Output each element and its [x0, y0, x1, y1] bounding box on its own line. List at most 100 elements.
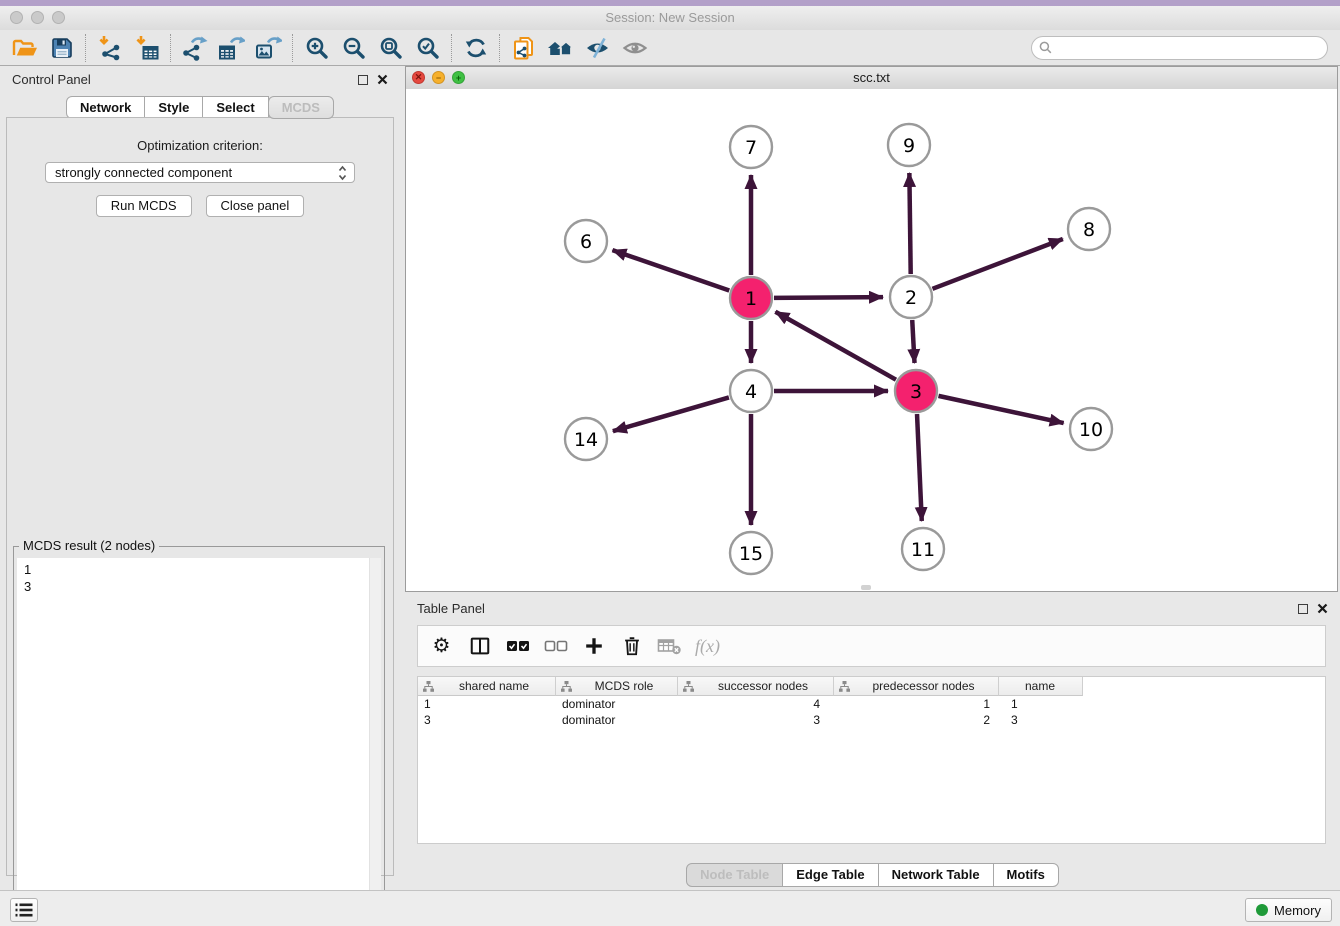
column-header-name[interactable]: name — [999, 677, 1083, 696]
graph-node-10[interactable]: 10 — [1070, 408, 1112, 450]
graph-edge-2-3[interactable] — [912, 320, 914, 363]
hide-details-button[interactable] — [579, 32, 616, 64]
search-input[interactable] — [1052, 39, 1327, 57]
delete-table-button[interactable] — [655, 632, 684, 660]
graph-edge-2-8[interactable] — [932, 239, 1062, 289]
column-header-shared-name[interactable]: shared name — [418, 677, 556, 696]
float-panel-icon[interactable] — [358, 75, 368, 85]
column-tree-icon — [423, 681, 434, 692]
network-graph: 1 2 3 4 6 7 8 9 10 11 14 15 — [406, 89, 1337, 591]
column-tree-icon — [683, 681, 694, 692]
save-session-button[interactable] — [43, 32, 80, 64]
network-from-selection-button[interactable] — [505, 32, 542, 64]
table-cell: 1 — [418, 697, 556, 711]
result-line: 3 — [24, 578, 374, 595]
graph-node-15[interactable]: 15 — [730, 532, 772, 574]
tab-node-table[interactable]: Node Table — [686, 863, 783, 887]
svg-text:6: 6 — [580, 231, 592, 253]
function-builder-button[interactable]: f(x) — [693, 632, 722, 660]
table-cell: 1 — [999, 697, 1083, 711]
import-network-button[interactable] — [91, 32, 128, 64]
column-header-predecessor-nodes[interactable]: predecessor nodes — [834, 677, 999, 696]
table-row[interactable]: 1dominator411 — [418, 696, 1325, 712]
graph-edge-2-9[interactable] — [909, 173, 910, 274]
memory-button[interactable]: Memory — [1245, 898, 1332, 922]
tab-network-table[interactable]: Network Table — [878, 863, 994, 887]
tab-edge-table[interactable]: Edge Table — [782, 863, 878, 887]
import-table-button[interactable] — [128, 32, 165, 64]
column-header-mcds-role[interactable]: MCDS role — [556, 677, 678, 696]
search-field[interactable] — [1031, 36, 1328, 60]
add-column-button[interactable] — [579, 632, 608, 660]
home-icon — [546, 36, 576, 60]
select-all-columns-button[interactable] — [503, 632, 532, 660]
zoom-fit-button[interactable] — [372, 32, 409, 64]
network-canvas[interactable]: 1 2 3 4 6 7 8 9 10 11 14 15 — [406, 89, 1337, 591]
graph-node-2[interactable]: 2 — [890, 276, 932, 318]
graph-node-8[interactable]: 8 — [1068, 208, 1110, 250]
graph-node-6[interactable]: 6 — [565, 220, 607, 262]
svg-text:1: 1 — [745, 288, 757, 310]
zoom-selected-button[interactable] — [409, 32, 446, 64]
graph-node-3[interactable]: 3 — [895, 370, 937, 412]
home-button[interactable] — [542, 32, 579, 64]
criterion-value: strongly connected component — [55, 165, 232, 180]
graph-node-9[interactable]: 9 — [888, 124, 930, 166]
column-header-label: successor nodes — [699, 679, 833, 693]
task-history-button[interactable] — [10, 898, 38, 922]
table-row[interactable]: 3dominator323 — [418, 712, 1325, 728]
table-cell: dominator — [556, 713, 678, 727]
column-header-successor-nodes[interactable]: successor nodes — [678, 677, 834, 696]
graph-edge-3-10[interactable] — [938, 396, 1063, 423]
toolbar-separator — [292, 34, 293, 62]
node-table: shared name MCDS role successor nodesprede… — [417, 676, 1326, 844]
show-details-button[interactable] — [616, 32, 653, 64]
close-panel-button[interactable]: Close panel — [206, 195, 305, 217]
graph-edge-3-1[interactable] — [775, 312, 896, 380]
save-session-icon — [50, 36, 74, 60]
export-image-button[interactable] — [250, 32, 287, 64]
tab-select[interactable]: Select — [202, 96, 268, 119]
export-network-button[interactable] — [176, 32, 213, 64]
delete-column-button[interactable] — [617, 632, 646, 660]
table-settings-button[interactable]: ⚙ — [427, 632, 456, 660]
graph-node-14[interactable]: 14 — [565, 418, 607, 460]
graph-edge-4-14[interactable] — [613, 397, 729, 431]
close-panel-icon[interactable] — [377, 74, 388, 85]
graph-node-11[interactable]: 11 — [902, 528, 944, 570]
graph-node-1[interactable]: 1 — [730, 277, 772, 319]
unselect-all-columns-button[interactable] — [541, 632, 570, 660]
close-table-panel-icon[interactable] — [1317, 603, 1328, 614]
open-session-button[interactable] — [6, 32, 43, 64]
tab-network[interactable]: Network — [66, 96, 145, 119]
tab-mcds[interactable]: MCDS — [268, 96, 334, 119]
tab-motifs[interactable]: Motifs — [993, 863, 1059, 887]
network-window-titlebar[interactable]: ✕ − + scc.txt — [406, 67, 1337, 90]
zoom-out-button[interactable] — [335, 32, 372, 64]
graph-edge-1-2[interactable] — [774, 297, 883, 298]
zoom-in-button[interactable] — [298, 32, 335, 64]
graph-node-4[interactable]: 4 — [730, 370, 772, 412]
add-column-icon — [583, 635, 605, 657]
graph-edge-3-11[interactable] — [917, 414, 922, 521]
split-columns-button[interactable] — [465, 632, 494, 660]
control-panel: Control Panel NetworkStyleSelectMCDS Opt… — [0, 66, 400, 890]
delete-column-icon — [621, 635, 643, 657]
graph-node-7[interactable]: 7 — [730, 126, 772, 168]
graph-edge-1-6[interactable] — [612, 250, 729, 290]
export-image-icon — [255, 35, 282, 61]
app-titlebar: Session: New Session — [0, 6, 1340, 31]
column-header-label: MCDS role — [577, 679, 677, 693]
tab-style[interactable]: Style — [144, 96, 203, 119]
gear-icon: ⚙ — [433, 636, 451, 656]
svg-text:15: 15 — [739, 543, 763, 565]
float-table-panel-icon[interactable] — [1298, 604, 1308, 614]
criterion-select[interactable]: strongly connected component — [45, 162, 355, 183]
mcds-result-textarea[interactable]: 13 — [17, 558, 381, 919]
table-cell: 1 — [834, 697, 999, 711]
apply-layout-button[interactable] — [457, 32, 494, 64]
run-mcds-button[interactable]: Run MCDS — [96, 195, 192, 217]
memory-status-icon — [1256, 904, 1268, 916]
result-scrollbar[interactable] — [369, 558, 381, 919]
export-table-button[interactable] — [213, 32, 250, 64]
